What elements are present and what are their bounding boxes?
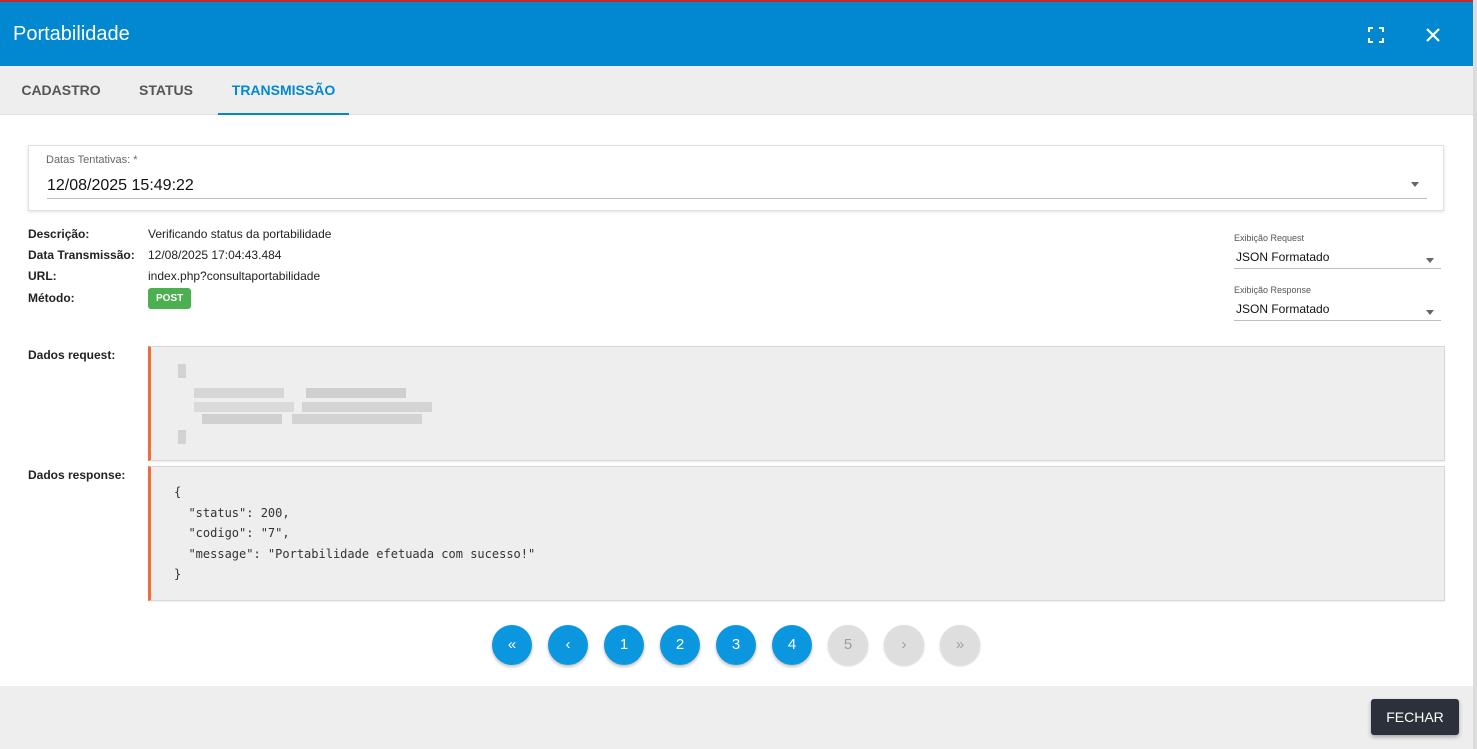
next-page-button[interactable]: › bbox=[884, 625, 924, 665]
description-value: Verificando status da portabilidade bbox=[148, 227, 332, 241]
response-code-block: { "status": 200, "codigo": "7", "message… bbox=[148, 466, 1445, 601]
tab-status[interactable]: STATUS bbox=[128, 66, 204, 114]
tab-cadastro[interactable]: CADASTRO bbox=[12, 66, 110, 114]
method-badge: POST bbox=[148, 288, 192, 309]
response-json: { "status": 200, "codigo": "7", "message… bbox=[174, 485, 536, 581]
url-label: URL: bbox=[28, 269, 57, 283]
request-display-label: Exibição Request bbox=[1234, 233, 1305, 243]
close-icon[interactable] bbox=[1422, 24, 1444, 46]
response-display-label: Exibição Response bbox=[1234, 285, 1312, 295]
request-display-select[interactable]: Exibição Request JSON Formatado bbox=[1234, 233, 1441, 271]
attempts-select[interactable]: Datas Tentativas: * 12/08/2025 15:49:22 bbox=[28, 145, 1444, 211]
description-label: Descrição: bbox=[28, 227, 90, 241]
dialog-title: Portabilidade bbox=[13, 23, 130, 45]
dialog-footer: FECHAR bbox=[0, 686, 1473, 749]
caret-down-icon bbox=[1411, 182, 1419, 187]
page-2-button[interactable]: 2 bbox=[660, 625, 700, 665]
page-3-button[interactable]: 3 bbox=[716, 625, 756, 665]
caret-down-icon bbox=[1426, 258, 1434, 263]
url-value: index.php?consultaportabilidade bbox=[148, 269, 321, 283]
last-page-button[interactable]: » bbox=[940, 625, 980, 665]
response-display-select[interactable]: Exibição Response JSON Formatado bbox=[1234, 285, 1441, 323]
request-code-block bbox=[148, 346, 1445, 461]
page-5-button[interactable]: 5 bbox=[828, 625, 868, 665]
window-right-edge bbox=[1473, 0, 1477, 749]
page-1-button[interactable]: 1 bbox=[604, 625, 644, 665]
request-display-value: JSON Formatado bbox=[1236, 250, 1330, 264]
response-display-value: JSON Formatado bbox=[1236, 302, 1330, 316]
response-display-underline bbox=[1234, 320, 1441, 321]
response-data-label: Dados response: bbox=[28, 468, 126, 482]
tab-bar: CADASTRO STATUS TRANSMISSÃO bbox=[0, 66, 1473, 115]
attempts-underline bbox=[47, 198, 1427, 199]
page-4-button[interactable]: 4 bbox=[772, 625, 812, 665]
prev-page-button[interactable]: ‹ bbox=[548, 625, 588, 665]
caret-down-icon bbox=[1426, 310, 1434, 315]
first-page-button[interactable]: « bbox=[492, 625, 532, 665]
close-button[interactable]: FECHAR bbox=[1371, 699, 1459, 735]
attempts-value: 12/08/2025 15:49:22 bbox=[47, 177, 194, 194]
fullscreen-icon[interactable] bbox=[1366, 25, 1386, 45]
attempts-label: Datas Tentativas: * bbox=[46, 154, 138, 166]
dialog-titlebar: Portabilidade bbox=[0, 2, 1473, 66]
method-label: Método: bbox=[28, 291, 75, 305]
transmission-date-value: 12/08/2025 17:04:43.484 bbox=[148, 248, 282, 262]
request-data-label: Dados request: bbox=[28, 348, 116, 362]
transmission-date-label: Data Transmissão: bbox=[28, 248, 135, 262]
request-display-underline bbox=[1234, 268, 1441, 269]
tab-transmissao[interactable]: TRANSMISSÃO bbox=[218, 66, 349, 115]
